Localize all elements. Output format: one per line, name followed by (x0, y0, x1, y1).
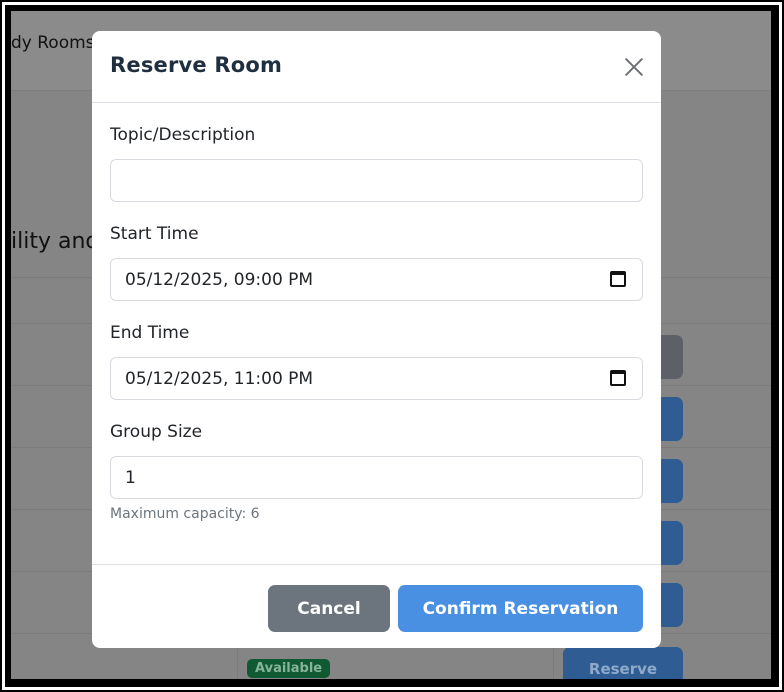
start-time-label: Start Time (110, 224, 199, 244)
topic-label: Topic/Description (110, 125, 256, 145)
reserve-button[interactable]: Reserve (563, 647, 683, 679)
confirm-reservation-button[interactable]: Confirm Reservation (398, 585, 643, 632)
capacity-help-text: Maximum capacity: 6 (110, 506, 260, 522)
topic-input[interactable] (125, 170, 628, 191)
start-time-value: 05/12/2025, 09:00 PM (125, 269, 314, 290)
group-size-value: 1 (125, 467, 136, 488)
background-subtitle: ility and (11, 229, 100, 254)
calendar-icon[interactable] (610, 370, 626, 386)
modal-title: Reserve Room (110, 53, 283, 77)
reserve-room-modal: Reserve Room Topic/Description Start Tim… (92, 31, 661, 648)
start-time-field[interactable]: 05/12/2025, 09:00 PM (110, 258, 643, 301)
topic-field[interactable] (110, 159, 643, 202)
group-size-field[interactable]: 1 (110, 456, 643, 499)
background-brand: dy Rooms (11, 33, 95, 53)
end-time-value: 05/12/2025, 11:00 PM (125, 368, 314, 389)
close-icon[interactable] (622, 55, 646, 79)
cancel-button[interactable]: Cancel (268, 585, 390, 632)
end-time-field[interactable]: 05/12/2025, 11:00 PM (110, 357, 643, 400)
end-time-label: End Time (110, 323, 190, 343)
status-badge: Available (247, 659, 331, 678)
group-size-label: Group Size (110, 422, 203, 442)
modal-header: Reserve Room (92, 31, 661, 103)
calendar-icon[interactable] (610, 271, 626, 287)
modal-footer: Cancel Confirm Reservation (92, 564, 661, 648)
